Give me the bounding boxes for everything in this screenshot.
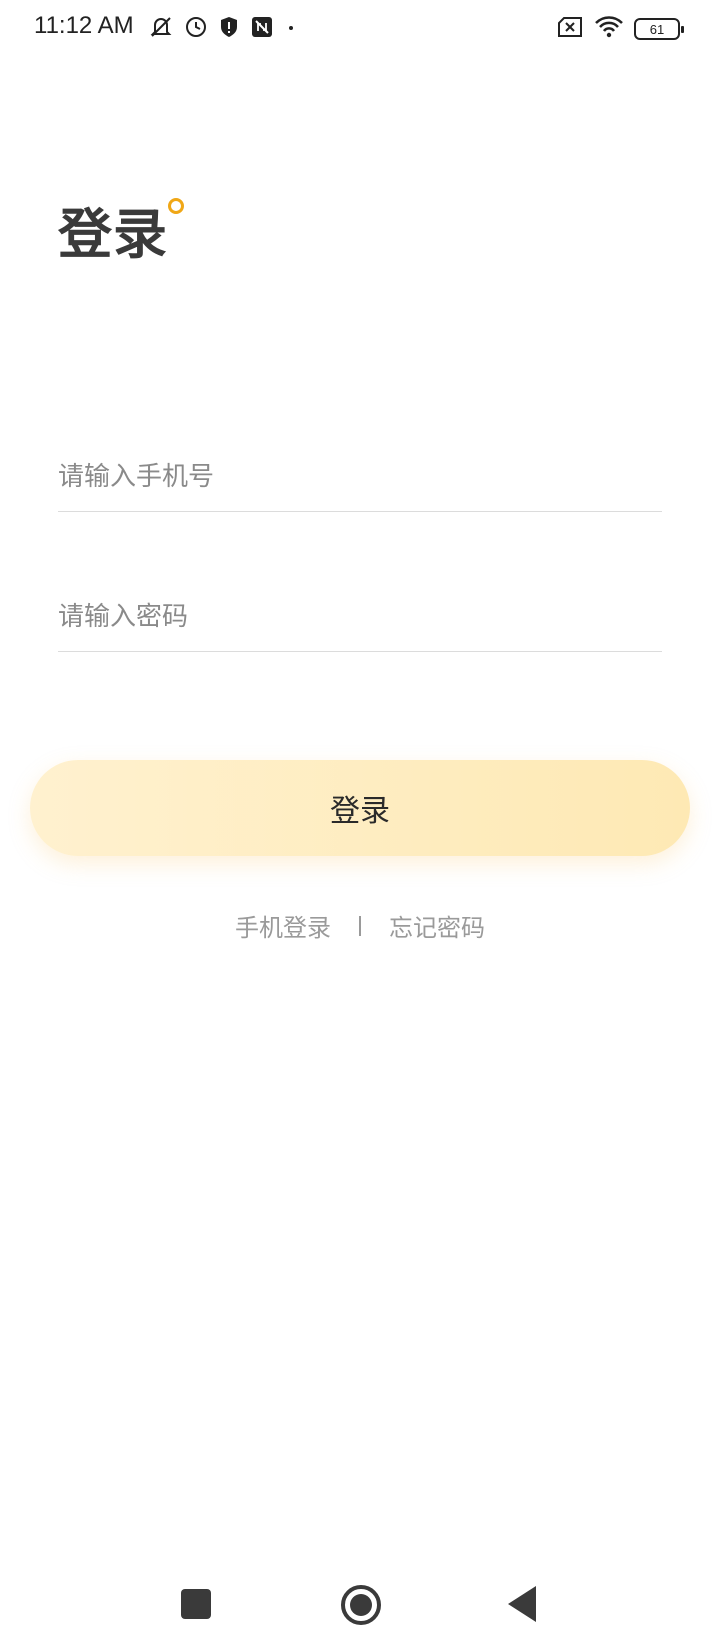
title-accent-dot-icon — [168, 198, 184, 214]
login-button[interactable]: 登录 — [30, 760, 690, 856]
status-bar: 11:12 AM 61 — [0, 0, 720, 56]
login-links: 手机登录 忘记密码 — [0, 908, 720, 943]
status-time: 11:12 AM — [34, 12, 134, 39]
phone-login-link[interactable]: 手机登录 — [235, 908, 331, 943]
status-right-icons: 61 — [556, 14, 684, 44]
no-sim-icon — [556, 15, 584, 43]
wifi-icon — [594, 15, 624, 43]
password-field — [58, 582, 662, 652]
battery-level: 61 — [649, 21, 665, 37]
back-icon[interactable] — [508, 1586, 536, 1622]
status-left-icons — [148, 12, 298, 42]
phone-field — [58, 442, 662, 512]
recents-icon[interactable] — [181, 1589, 211, 1619]
no-data-icon — [250, 15, 274, 39]
battery-icon: 61 — [634, 18, 684, 40]
phone-input[interactable] — [58, 442, 662, 511]
link-divider — [359, 915, 361, 936]
shield-icon — [218, 15, 240, 39]
home-icon[interactable] — [341, 1585, 381, 1625]
password-input[interactable] — [58, 582, 662, 651]
dot-icon — [284, 15, 298, 39]
forgot-password-link[interactable]: 忘记密码 — [389, 908, 485, 943]
navigation-bar — [0, 1572, 720, 1642]
page-title: 登录 — [58, 203, 168, 266]
clock-icon — [184, 15, 208, 39]
mute-icon — [148, 14, 174, 40]
